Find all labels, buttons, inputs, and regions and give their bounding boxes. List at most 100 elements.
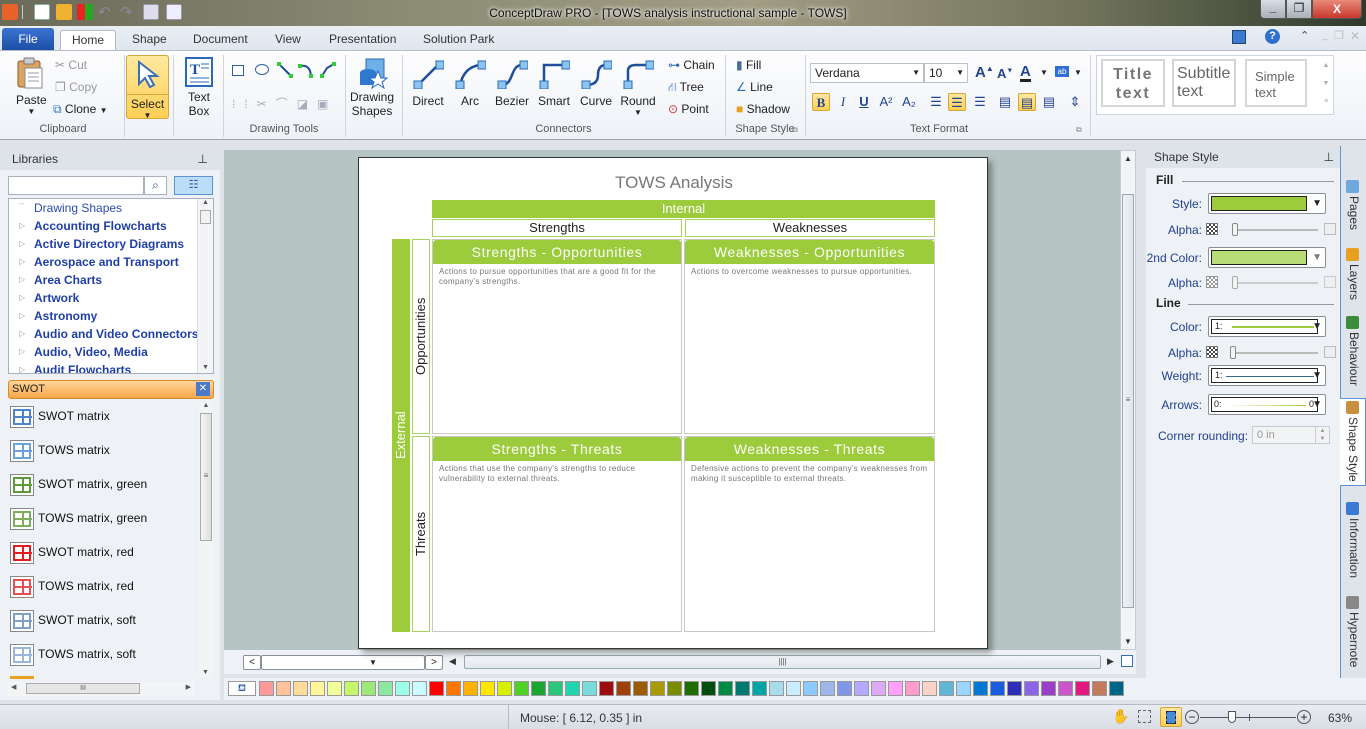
color-swatch[interactable] <box>1109 681 1124 696</box>
arrows-select[interactable]: 0: 0 ▼ <box>1208 394 1326 415</box>
expand-arrow-icon[interactable]: ▷ <box>19 329 25 338</box>
color-swatch[interactable] <box>446 681 461 696</box>
color-swatch[interactable] <box>633 681 648 696</box>
quadrant-wo[interactable]: Weaknesses - Opportunities Actions to ov… <box>684 239 935 434</box>
color-swatch[interactable] <box>531 681 546 696</box>
mdi-close-icon[interactable]: ✕ <box>1350 29 1360 43</box>
dialog-launcher-icon[interactable]: ⧉ <box>1076 125 1082 135</box>
expand-arrow-icon[interactable]: ▷ <box>19 221 25 230</box>
dialog-launcher-icon[interactable]: ⧉ <box>792 125 798 135</box>
tab-presentation[interactable]: Presentation <box>319 30 406 50</box>
color-swatch[interactable] <box>582 681 597 696</box>
color-swatch[interactable] <box>1024 681 1039 696</box>
scroll-thumb[interactable]: ≡ <box>1122 194 1134 608</box>
internal-header[interactable]: Internal <box>432 200 935 218</box>
color-swatch[interactable] <box>837 681 852 696</box>
align-left-icon[interactable]: ☰ <box>927 93 945 111</box>
library-shape-item[interactable]: SWOT matrix <box>8 400 198 434</box>
color-swatch[interactable] <box>548 681 563 696</box>
color-swatch[interactable] <box>922 681 937 696</box>
connector-bezier-button[interactable]: Bezier <box>494 57 530 108</box>
scroll-right-icon[interactable]: ▶ <box>1107 656 1114 667</box>
side-tab-layers[interactable]: Layers <box>1340 246 1366 306</box>
style-title-text[interactable]: Title text <box>1101 59 1165 107</box>
style-simple-text[interactable]: Simple text <box>1245 59 1307 107</box>
shape-list-hscrollbar[interactable]: ◀ III ▶ <box>8 682 194 696</box>
close-library-icon[interactable]: ✕ <box>196 382 210 396</box>
color-swatch[interactable] <box>871 681 886 696</box>
clone-button[interactable]: ⧉ Clone ▼ <box>53 102 108 117</box>
file-tab[interactable]: File <box>2 28 54 50</box>
line-weight-select[interactable]: 1: ▼ <box>1208 365 1326 386</box>
library-tree-item[interactable]: ┈ Drawing Shapes <box>9 199 213 217</box>
tree-button[interactable]: ⛙ Tree <box>668 80 704 96</box>
scroll-down-icon[interactable]: ▼ <box>202 364 209 371</box>
color-swatch[interactable] <box>735 681 750 696</box>
expand-arrow-icon[interactable]: ▷ <box>19 311 25 320</box>
font-family-select[interactable]: Verdana ▼ <box>810 63 924 83</box>
mdi-restore-icon[interactable]: ❐ <box>1334 29 1344 42</box>
fill-alpha-slider-thumb[interactable] <box>1232 223 1238 236</box>
align-bottom-icon[interactable]: ▤ <box>1040 93 1058 111</box>
color-swatch[interactable] <box>1092 681 1107 696</box>
zoom-slider-track[interactable] <box>1200 717 1296 718</box>
point-button[interactable]: ⊙ Point <box>668 102 709 116</box>
color-swatch[interactable] <box>888 681 903 696</box>
color-swatch[interactable] <box>497 681 512 696</box>
color-swatch[interactable] <box>327 681 342 696</box>
tab-solution-park[interactable]: Solution Park <box>413 30 504 50</box>
expand-arrow-icon[interactable]: ▷ <box>19 347 25 356</box>
line-alpha-slider-thumb[interactable] <box>1230 346 1236 359</box>
library-search-input[interactable] <box>8 176 144 195</box>
library-shape-item[interactable]: SWOT matrix, soft <box>8 604 198 638</box>
zoom-out-icon[interactable]: − <box>1185 710 1199 724</box>
zoom-area-icon[interactable] <box>1138 710 1151 723</box>
fit-to-window-button[interactable] <box>1160 707 1182 727</box>
collapse-ribbon-icon[interactable]: ⌃ <box>1300 29 1309 42</box>
color-swatch[interactable] <box>565 681 580 696</box>
library-tree-item[interactable]: ▷ Audio, Video, Media <box>9 343 213 361</box>
quadrant-so[interactable]: Strengths - Opportunities Actions to pur… <box>432 239 682 434</box>
chevron-down-icon[interactable]: ▼ <box>1074 68 1082 77</box>
shrink-font-icon[interactable]: A▼ <box>997 66 1013 81</box>
color-swatch[interactable] <box>1041 681 1056 696</box>
color-swatch[interactable] <box>259 681 274 696</box>
scroll-thumb[interactable]: ≡ <box>200 413 212 541</box>
color-swatch[interactable] <box>412 681 427 696</box>
connector-arc-button[interactable]: Arc <box>452 57 488 108</box>
library-shape-item[interactable]: TOWS matrix <box>8 434 198 468</box>
library-shape-item[interactable]: SWOT matrix, red <box>8 536 198 570</box>
strengths-header[interactable]: Strengths <box>432 219 682 237</box>
minimize-button[interactable]: _ <box>1260 0 1286 19</box>
scroll-thumb[interactable] <box>200 210 211 224</box>
tab-view[interactable]: View <box>265 30 311 50</box>
library-tree-item[interactable]: ▷ Astronomy <box>9 307 213 325</box>
color-swatch[interactable] <box>616 681 631 696</box>
drawing-shapes-button[interactable]: Drawing Shapes <box>350 57 394 118</box>
side-tab-behaviour[interactable]: Behaviour <box>1340 314 1366 390</box>
highlight-icon[interactable]: ab <box>1055 66 1069 77</box>
cut-button[interactable]: ✂ Cut <box>55 58 87 72</box>
expand-arrow-icon[interactable]: ▷ <box>19 275 25 284</box>
chain-button[interactable]: ⊶ Chain <box>668 58 715 72</box>
library-tree-item[interactable]: ▷ Artwork <box>9 289 213 307</box>
superscript-button[interactable]: A² <box>877 93 895 111</box>
page-select[interactable]: ▼ <box>261 655 425 670</box>
italic-button[interactable]: I <box>834 93 852 111</box>
tab-shape[interactable]: Shape <box>122 30 177 50</box>
library-tree-item[interactable]: ▷ Area Charts <box>9 271 213 289</box>
subscript-button[interactable]: A₂ <box>900 93 918 111</box>
color-swatch[interactable] <box>650 681 665 696</box>
color-swatch[interactable] <box>429 681 444 696</box>
fill-alpha-slider[interactable] <box>1232 229 1318 231</box>
canvas-vscrollbar[interactable]: ▲ ≡ ▼ <box>1120 150 1136 650</box>
search-icon[interactable]: ⌕ <box>144 176 167 195</box>
line-button[interactable]: ∠ Line <box>736 80 773 94</box>
quadrant-st[interactable]: Strengths - Threats Actions that use the… <box>432 436 682 632</box>
spinner-icon[interactable]: ▲ ▼ <box>1315 427 1329 443</box>
scroll-up-icon[interactable]: ▲ <box>199 402 213 409</box>
quadrant-wt[interactable]: Weaknesses - Threats Defensive actions t… <box>684 436 935 632</box>
swot-library-header[interactable]: SWOT ✕ <box>8 380 214 399</box>
connector-smart-button[interactable]: Smart <box>536 57 572 108</box>
line-color-select[interactable]: 1: ▼ <box>1208 316 1326 337</box>
